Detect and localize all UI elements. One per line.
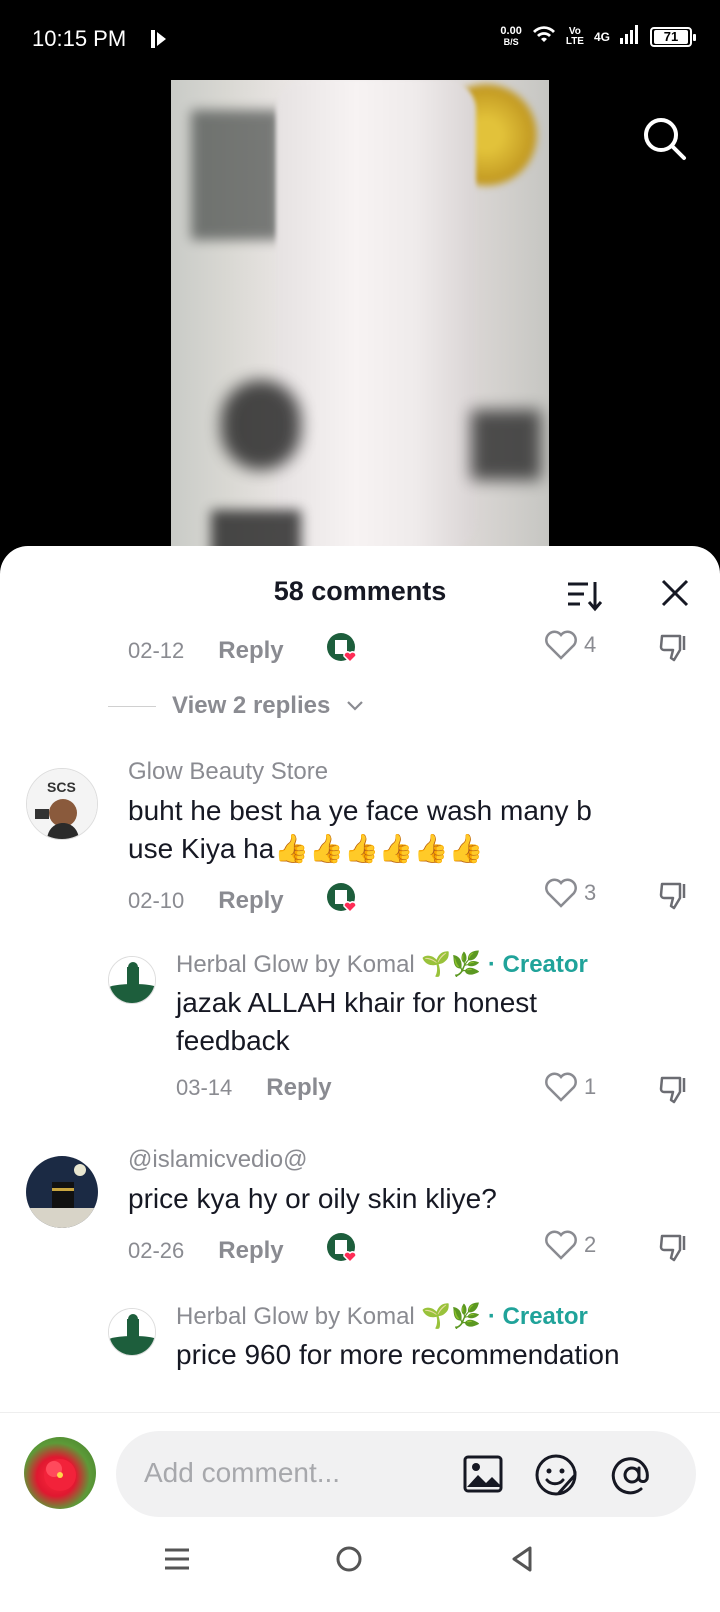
reply-button[interactable]: Reply bbox=[266, 1074, 331, 1102]
battery-icon: 71 bbox=[650, 26, 696, 47]
reply-username[interactable]: Herbal Glow by Komal 🌱🌿 bbox=[176, 951, 481, 978]
creator-avatar[interactable] bbox=[108, 1308, 156, 1356]
back-icon[interactable] bbox=[508, 1544, 538, 1579]
creator-tag: · Creator bbox=[487, 951, 588, 978]
mention-icon[interactable] bbox=[610, 1453, 654, 1502]
avatar[interactable] bbox=[26, 1156, 98, 1228]
status-time: 10:15 PM bbox=[32, 26, 127, 51]
creator-avatar[interactable] bbox=[108, 956, 156, 1004]
reply-button[interactable]: Reply bbox=[218, 887, 283, 915]
volte-indicator: Vo LTE bbox=[565, 25, 584, 47]
sort-icon[interactable] bbox=[566, 578, 603, 617]
user-avatar[interactable] bbox=[24, 1437, 96, 1509]
reply-text-line2: feedback bbox=[176, 1025, 290, 1056]
battery-level: 71 bbox=[654, 29, 688, 44]
dislike-icon[interactable] bbox=[658, 1230, 692, 1269]
creator-tag: · Creator bbox=[487, 1303, 588, 1330]
comment-text-line1: buht he best ha ye face wash many b bbox=[128, 795, 592, 826]
close-icon[interactable] bbox=[660, 578, 690, 613]
heart-icon bbox=[545, 878, 577, 908]
reply-meta: 03-14 Reply bbox=[176, 1074, 332, 1102]
status-bar: 10:15 PM 0.00 B/S Vo LTE 4G 71 bbox=[0, 0, 720, 80]
creator-liked-badge bbox=[326, 1232, 360, 1270]
reply-username-line: Herbal Glow by Komal 🌱🌿 · Creator bbox=[176, 950, 588, 979]
dislike-icon[interactable] bbox=[658, 630, 692, 669]
image-icon[interactable] bbox=[462, 1453, 504, 1500]
system-nav-bar bbox=[0, 1522, 720, 1612]
network-speed: 0.00 B/S bbox=[500, 24, 522, 48]
wifi-icon bbox=[532, 24, 556, 49]
avatar-brand-text: SCS bbox=[47, 779, 76, 795]
avatar[interactable]: SCS bbox=[26, 768, 98, 840]
comment-date: 02-10 bbox=[128, 888, 185, 913]
comment-date: 02-12 bbox=[128, 638, 185, 663]
search-icon[interactable] bbox=[640, 114, 690, 164]
like-count: 4 bbox=[584, 632, 597, 657]
dislike-icon[interactable] bbox=[658, 878, 692, 917]
video-player[interactable] bbox=[171, 80, 549, 550]
comment-input-placeholder: Add comment... bbox=[144, 1457, 341, 1488]
speed-value: 0.00 bbox=[500, 24, 522, 37]
reply-text-line1: jazak ALLAH khair for honest bbox=[176, 987, 538, 1018]
dislike-icon[interactable] bbox=[658, 1072, 692, 1111]
comment-text-line1: price kya hy or oily skin kliye? bbox=[128, 1183, 497, 1214]
speed-unit: B/S bbox=[503, 36, 519, 47]
comment-meta: 02-10 Reply bbox=[128, 882, 360, 920]
reply-text-line1: price 960 for more recommendation bbox=[176, 1339, 620, 1370]
heart-icon bbox=[545, 1072, 577, 1102]
comment-username[interactable]: @islamicvedio@ bbox=[128, 1146, 307, 1174]
signal-icon bbox=[620, 24, 640, 49]
like-button[interactable]: 3 bbox=[544, 878, 596, 908]
chevron-down-icon bbox=[347, 701, 364, 711]
notification-app-icon bbox=[148, 28, 168, 55]
comments-count-title: 58 comments bbox=[273, 576, 447, 606]
like-button[interactable]: 4 bbox=[544, 630, 596, 660]
network-type: 4G bbox=[593, 29, 610, 44]
comment-meta: 02-26 Reply bbox=[128, 1232, 360, 1270]
recents-icon[interactable] bbox=[162, 1544, 192, 1579]
reply-username[interactable]: Herbal Glow by Komal 🌱🌿 bbox=[176, 1303, 481, 1330]
comment-text-line2: use Kiya ha👍👍👍👍👍👍 bbox=[128, 833, 484, 864]
home-icon[interactable] bbox=[334, 1544, 364, 1579]
reply-button[interactable]: Reply bbox=[218, 637, 283, 665]
comment-input[interactable]: Add comment... bbox=[116, 1431, 696, 1517]
heart-icon bbox=[545, 630, 577, 660]
divider-line bbox=[108, 705, 156, 707]
volte-top: Vo bbox=[568, 25, 581, 37]
like-button[interactable]: 2 bbox=[544, 1230, 596, 1260]
comment-username[interactable]: Glow Beauty Store bbox=[128, 758, 328, 786]
heart-icon bbox=[545, 1230, 577, 1260]
comment-input-bar: Add comment... bbox=[0, 1412, 720, 1522]
like-count: 1 bbox=[584, 1074, 597, 1099]
creator-liked-badge bbox=[326, 632, 360, 670]
comments-list: 02-12 Reply 4 View 2 replies SCS Glow Be… bbox=[0, 616, 720, 1412]
comment-meta: 02-12 Reply bbox=[128, 632, 360, 670]
reply-button[interactable]: Reply bbox=[218, 1237, 283, 1265]
creator-liked-badge bbox=[326, 882, 360, 920]
like-button[interactable]: 1 bbox=[544, 1072, 596, 1102]
emoji-sticker-icon[interactable] bbox=[534, 1453, 578, 1502]
like-count: 2 bbox=[584, 1232, 597, 1257]
reply-date: 03-14 bbox=[176, 1075, 233, 1100]
comment-date: 02-26 bbox=[128, 1238, 185, 1263]
volte-bottom: LTE bbox=[565, 35, 584, 47]
like-count: 3 bbox=[584, 880, 597, 905]
view-replies-button[interactable]: View 2 replies bbox=[108, 692, 364, 720]
status-icons: 0.00 B/S Vo LTE 4G 71 bbox=[500, 24, 696, 49]
reply-username-line: Herbal Glow by Komal 🌱🌿 · Creator bbox=[176, 1302, 588, 1331]
view-replies-label: View 2 replies bbox=[172, 692, 331, 719]
